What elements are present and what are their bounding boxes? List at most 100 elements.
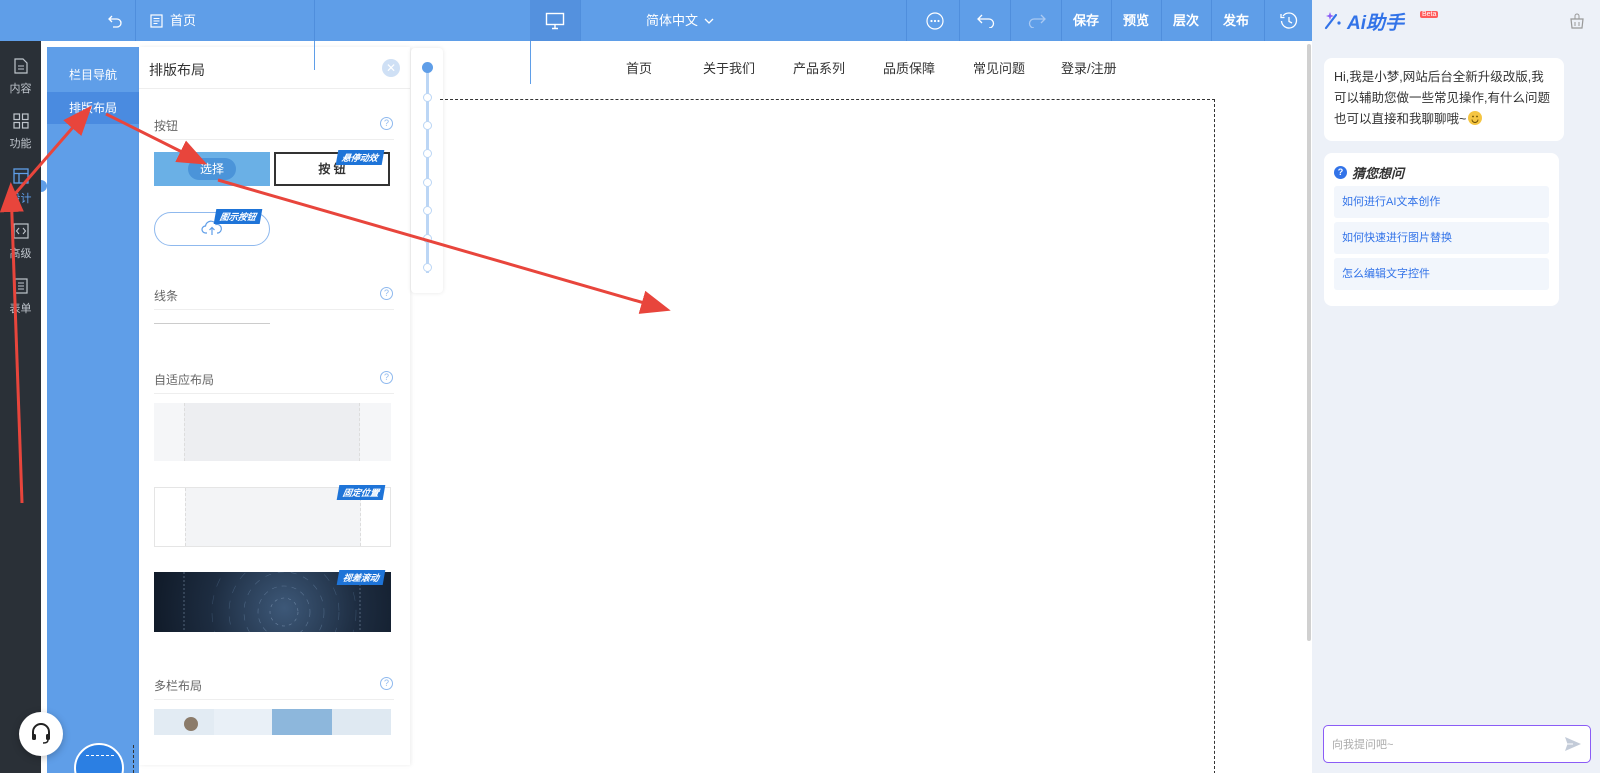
hover-effect-tag: 悬停动效 [335,150,385,165]
divider [154,139,394,140]
clear-icon[interactable] [1569,13,1585,32]
suggested-question[interactable]: 如何进行AI文本创作 [1334,186,1549,218]
history-icon[interactable] [1278,0,1300,41]
suggested-title-text: 猜您想问 [1352,166,1405,181]
sidebar-item-label: 功能 [9,137,32,150]
greeting-message: Hi,我是小梦,网站后台全新升级改版,我可以辅助您做一些常见操作,有什么问题也可… [1324,58,1564,141]
design-subnav: 栏目导航 排版布局 [47,47,139,773]
slider-handle[interactable] [422,62,433,73]
canvas-guide [133,745,134,773]
sidebar-item-label: 表单 [9,302,32,315]
greeting-text: Hi,我是小梦,网站后台全新升级改版,我可以辅助您做一些常见操作,有什么问题也可… [1334,70,1550,126]
canvas-nav-faq[interactable]: 常见问题 [973,58,1025,82]
sidebar-item-design[interactable]: 设计 [0,159,41,214]
slider-step[interactable] [423,234,432,243]
canvas-nav-login[interactable]: 登录/注册 [1061,58,1117,82]
help-icon[interactable]: ? [380,371,393,384]
redo-icon[interactable] [1025,0,1049,41]
canvas-content-area[interactable] [440,99,1215,773]
subnav-item-layout[interactable]: 排版布局 [47,92,139,124]
publish-button[interactable]: 发布 [1223,0,1249,41]
language-select[interactable]: 简体中文 [646,0,698,41]
headset-icon [29,721,53,748]
toolbar-divider [1061,0,1062,41]
layers-button[interactable]: 层次 [1173,0,1199,41]
chat-input-box [1323,725,1591,763]
page-icon [148,0,164,41]
section-title-button: 按钮 [154,119,179,133]
toolbar-divider [135,0,136,41]
sidebar-item-label: 高级 [9,247,32,260]
button-sample-filled[interactable]: 选择 [154,152,270,186]
smile-icon [1468,111,1483,125]
slider-step[interactable] [423,93,432,102]
suggested-questions: ? 猜您想问 如何进行AI文本创作 如何快速进行图片替换 怎么编辑文字控件 [1324,153,1559,306]
subnav-item-column-nav[interactable]: 栏目导航 [47,59,139,91]
back-icon[interactable] [102,0,128,41]
guide-line [314,41,315,70]
section-title-adaptive: 自适应布局 [154,373,215,387]
toolbar-divider [580,0,581,41]
multicol-image [184,717,198,731]
slider-step[interactable] [423,178,432,187]
customer-service-button[interactable] [19,712,63,756]
slider-step[interactable] [423,263,432,272]
help-icon[interactable]: ? [380,117,393,130]
canvas-nav-home[interactable]: 首页 [626,58,652,82]
chevron-down-icon[interactable] [702,0,716,41]
sidebar-item-content[interactable]: 内容 [0,49,41,104]
level-slider[interactable] [411,48,443,293]
grid-icon [12,112,29,132]
preview-button[interactable]: 预览 [1123,0,1149,41]
icon-button-tag: 图示按钮 [213,209,263,224]
toolbar-divider [959,0,960,41]
help-icon[interactable]: ? [380,677,393,690]
canvas-nav-quality[interactable]: 品质保障 [883,58,935,82]
canvas-scrollbar[interactable] [1307,44,1311,641]
slider-step[interactable] [423,149,432,158]
sidebar-item-label: 内容 [9,82,32,95]
toolbar-divider [1264,0,1265,41]
toolbar-divider [906,0,907,41]
select-label: 选择 [188,158,236,180]
layout-icon [12,167,29,187]
layout-inner [185,488,361,546]
canvas-nav-about[interactable]: 关于我们 [703,58,755,82]
layout-panel: 排版布局 ✕ 按钮 ? 选择 按 钮 悬停动效 图示按钮 线条 ? 自适应布局 … [139,47,410,765]
save-button[interactable]: 保存 [1073,0,1099,41]
layout-sample-adaptive[interactable] [154,403,391,461]
slider-step[interactable] [423,121,432,130]
top-toolbar: 首页 简体中文 保存 预览 层次 发布 [0,0,1312,41]
sidebar-item-advanced[interactable]: 高级 [0,214,41,269]
multicol-image [272,709,332,735]
send-icon[interactable] [1564,736,1582,755]
divider [154,309,394,310]
layout-inner [184,403,360,461]
left-sidebar: 内容 功能 设计 高级 表单 [0,41,41,773]
question-icon: ? [1334,166,1347,179]
line-sample[interactable] [154,323,270,324]
toolbar-divider [1111,0,1112,41]
toolbar-divider [314,0,315,41]
fixed-position-tag: 固定位置 [336,485,386,500]
suggested-question[interactable]: 如何快速进行图片替换 [1334,222,1549,254]
suggested-question[interactable]: 怎么编辑文字控件 [1334,258,1549,290]
sidebar-item-forms[interactable]: 表单 [0,269,41,324]
chat-input[interactable] [1332,735,1552,755]
more-icon[interactable] [923,0,947,41]
slider-step[interactable] [423,206,432,215]
sidebar-item-features[interactable]: 功能 [0,104,41,159]
form-icon [13,277,28,297]
desktop-view-icon[interactable] [530,0,580,41]
layout-sample-multicol[interactable] [154,709,391,735]
suggested-title: ? 猜您想问 [1334,163,1404,182]
guide-line [530,41,531,84]
canvas-nav-products[interactable]: 产品系列 [793,58,845,82]
undo-icon[interactable] [974,0,998,41]
page-selector[interactable]: 首页 [170,0,196,41]
sparkle-icon [1324,10,1344,33]
close-icon[interactable]: ✕ [382,59,400,77]
parallax-tag: 视差滚动 [336,570,386,585]
help-icon[interactable]: ? [380,287,393,300]
toolbar-divider [1161,0,1162,41]
